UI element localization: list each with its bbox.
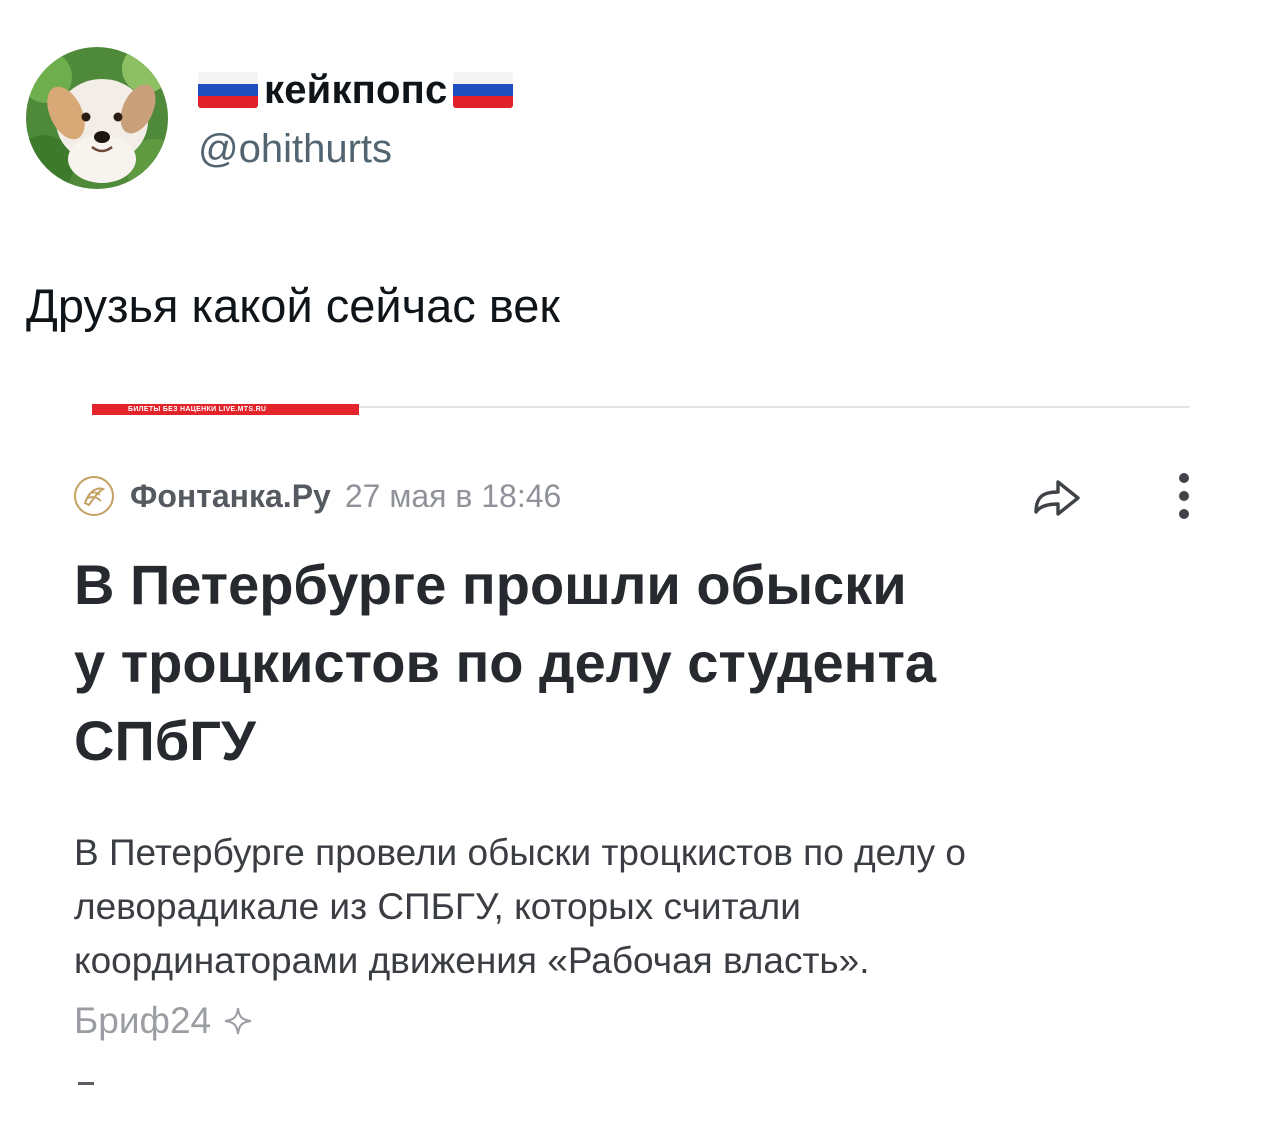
russian-flag-icon	[453, 72, 514, 108]
ad-banner: БИЛЕТЫ БЕЗ НАЦЕНКИ LIVE.MTS.RU	[92, 404, 359, 415]
dog-avatar-icon	[26, 47, 168, 189]
russian-flag-icon	[198, 72, 258, 108]
news-date: 27 мая в 18:46	[344, 477, 562, 514]
news-summary: В Петербурге провели обыски троцкистов п…	[74, 826, 1234, 988]
author-handle[interactable]: @ohithurts	[198, 124, 392, 174]
author-avatar[interactable]	[26, 47, 168, 189]
summary-line: В Петербурге провели обыски троцкистов п…	[74, 832, 966, 873]
headline-line: СПбГУ	[74, 709, 256, 772]
summary-line: координаторами движения «Рабочая власть»…	[74, 940, 870, 981]
author-display-name[interactable]: кейкпопс	[198, 62, 514, 118]
headline-line: у троцкистов по делу студента	[74, 631, 937, 694]
divider-fragment	[78, 1082, 94, 1085]
more-options-icon[interactable]	[1170, 470, 1198, 526]
headline-line: В Петербурге прошли обыски	[74, 553, 907, 616]
tweet-card: кейкпопс @ohithurts Друзья какой сейчас …	[0, 0, 1284, 1126]
sparkle-icon	[224, 1007, 252, 1035]
share-icon[interactable]	[1030, 472, 1084, 520]
summary-source[interactable]: Бриф24	[74, 994, 253, 1048]
tweet-text: Друзья какой сейчас век	[26, 279, 560, 332]
news-source-name[interactable]: Фонтанка.Ру	[130, 478, 331, 515]
display-name-text: кейкпопс	[264, 68, 448, 112]
news-source-row: Фонтанка.Ру 27 мая в 18:46	[74, 474, 561, 518]
summary-source-label: Бриф24	[74, 1000, 212, 1041]
news-headline[interactable]: В Петербурге прошли обыски у троцкистов …	[74, 546, 1194, 780]
summary-line: леворадикале из СПБГУ, которых считали	[74, 886, 801, 927]
fontanka-logo-icon	[74, 476, 114, 516]
